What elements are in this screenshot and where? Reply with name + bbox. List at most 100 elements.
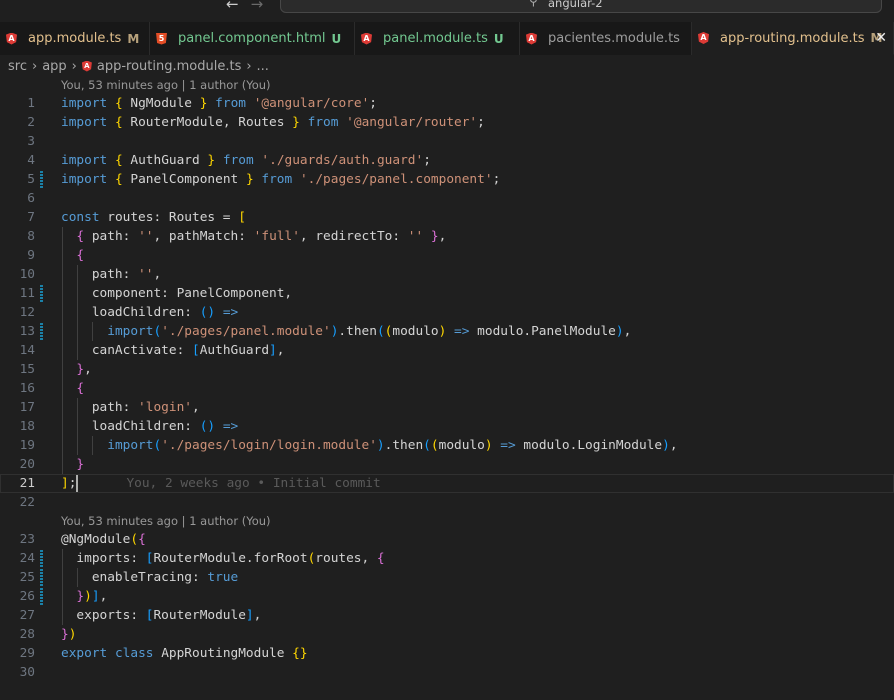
code-token: ,	[438, 229, 447, 244]
code-token: './guards/auth.guard'	[261, 153, 424, 168]
code-line[interactable]: 20 }	[0, 455, 894, 474]
code-token: '@angular/core'	[253, 96, 370, 111]
code-token: , pathMatch:	[153, 229, 254, 244]
code-token: ,	[276, 343, 285, 358]
line-number: 17	[19, 400, 35, 415]
code-line[interactable]: 14 canActivate: [AuthGuard],	[0, 341, 894, 360]
code-line[interactable]: 12 loadChildren: () =>	[0, 303, 894, 322]
chevron-right-icon: ›	[31, 58, 38, 74]
code-line[interactable]: 25 enableTracing: true	[0, 568, 894, 587]
line-number: 2	[27, 115, 35, 130]
code-token: AuthGuard	[199, 343, 270, 358]
code-token: )	[484, 438, 493, 453]
tab-label: panel.component.html	[178, 31, 326, 46]
codelens-blame[interactable]: You, 53 minutes ago | 1 author (You)	[0, 512, 894, 530]
code-line[interactable]: 2 import { RouterModule, Routes } from '@…	[0, 113, 894, 132]
line-number: 4	[27, 153, 35, 168]
code-line[interactable]: 24 imports: [RouterModule.forRoot(routes…	[0, 549, 894, 568]
git-modified-gutter[interactable]	[40, 171, 43, 188]
title-bar: ←→ ⚲ angular-2	[0, 0, 894, 22]
code-line[interactable]: 10 path: '',	[0, 265, 894, 284]
code-token: path:	[61, 267, 139, 282]
breadcrumb-file[interactable]: app-routing.module.ts	[97, 59, 241, 74]
code-token: '@angular/router'	[346, 115, 478, 130]
code-token: {	[76, 381, 85, 396]
git-modified-gutter[interactable]	[40, 323, 43, 340]
code-line[interactable]: 19 import ('./pages/login/login.module').…	[0, 436, 894, 455]
code-token: export	[61, 646, 108, 661]
close-icon[interactable]: ✕	[875, 30, 887, 46]
tab-pacientes-module-ts[interactable]: Apacientes.module.ts	[520, 22, 692, 55]
line-number: 29	[19, 646, 35, 661]
code-line[interactable]: 7 const routes: Routes = [	[0, 208, 894, 227]
code-line[interactable]: 22	[0, 493, 894, 512]
code-line[interactable]: 30	[0, 663, 894, 682]
code-line[interactable]: 28})	[0, 625, 894, 644]
inline-blame: You, 2 weeks ago • Initial commit	[126, 476, 381, 491]
code-token: RouterModule.forRoot	[153, 551, 308, 566]
code-line[interactable]: 16 {	[0, 379, 894, 398]
code-token: ;	[477, 115, 485, 130]
tab-app-routing-module-ts[interactable]: Aapp-routing.module.ts M ✕	[692, 22, 894, 55]
git-modified-gutter[interactable]	[40, 550, 43, 567]
code-line[interactable]: 11 component: PanelComponent,	[0, 284, 894, 303]
code-token: .then	[384, 438, 424, 453]
code-line[interactable]: 26 })],	[0, 587, 894, 606]
editor-tabs: Aapp.module.ts M 5 panel.component.html U Apa…	[0, 22, 894, 55]
code-token: ,	[253, 608, 262, 623]
code-text: const routes: Routes = [	[61, 208, 246, 227]
code-line[interactable]: 5 import { PanelComponent } from './pages…	[0, 170, 894, 189]
code-editor[interactable]: You, 53 minutes ago | 1 author (You) 1 imp…	[0, 76, 894, 682]
code-line[interactable]: 21]; You, 2 weeks ago • Initial commit	[0, 474, 894, 493]
code-token: ]	[245, 608, 254, 623]
code-token: enableTracing:	[61, 570, 208, 585]
code-token: modulo.PanelModule	[469, 324, 616, 339]
tab-app-module-ts[interactable]: Aapp.module.ts M	[0, 22, 150, 55]
codelens-blame[interactable]: You, 53 minutes ago | 1 author (You)	[0, 76, 894, 94]
git-modified-gutter[interactable]	[40, 569, 43, 586]
code-line[interactable]: 13 import('./pages/panel.module').then((…	[0, 322, 894, 341]
command-center-search[interactable]: ⚲ angular-2	[280, 0, 882, 13]
tab-panel-module-ts[interactable]: Apanel.module.ts U	[355, 22, 520, 55]
forward-button[interactable]: →	[251, 0, 276, 13]
breadcrumb-app[interactable]: app	[42, 59, 66, 74]
code-token: )	[615, 324, 624, 339]
code-line[interactable]: 9 {	[0, 246, 894, 265]
code-line[interactable]: 27 exports: [RouterModule],	[0, 606, 894, 625]
code-line[interactable]: 18 loadChildren: () =>	[0, 417, 894, 436]
code-text: })],	[61, 587, 107, 606]
line-number: 19	[19, 438, 35, 453]
tab-panel-component-html[interactable]: 5 panel.component.html U	[150, 22, 355, 55]
code-token: ]	[61, 476, 69, 491]
code-line[interactable]: 4 import { AuthGuard } from './guards/aut…	[0, 151, 894, 170]
git-modified-gutter[interactable]	[40, 285, 43, 302]
code-line[interactable]: 29 export class AppRoutingModule {}	[0, 644, 894, 663]
code-line[interactable]: 15 },	[0, 360, 894, 379]
code-line[interactable]: 3	[0, 132, 894, 151]
code-token: true	[207, 570, 239, 585]
code-line[interactable]: 23 @NgModule({	[0, 530, 894, 549]
code-text: import { NgModule } from '@angular/core'…	[61, 94, 377, 113]
line-number: 14	[19, 343, 35, 358]
git-status-badge: U	[493, 31, 504, 46]
code-line[interactable]: 1 import { NgModule } from '@angular/core…	[0, 94, 894, 113]
tab-label: app.module.ts	[28, 31, 122, 46]
code-line[interactable]: 17 path: 'login',	[0, 398, 894, 417]
code-token: ''	[407, 229, 424, 244]
code-line[interactable]: 8 { path: '', pathMatch: 'full', redirec…	[0, 227, 894, 246]
git-modified-gutter[interactable]	[40, 588, 43, 605]
code-text: loadChildren: () =>	[61, 303, 238, 322]
breadcrumb-src[interactable]: src	[8, 59, 27, 74]
code-token: , redirectTo:	[299, 229, 408, 244]
code-line[interactable]: 6	[0, 189, 894, 208]
code-token: {	[376, 551, 385, 566]
back-button[interactable]: ←	[226, 0, 251, 13]
breadcrumb-symbols[interactable]: ...	[257, 59, 269, 74]
line-number: 23	[19, 532, 35, 547]
